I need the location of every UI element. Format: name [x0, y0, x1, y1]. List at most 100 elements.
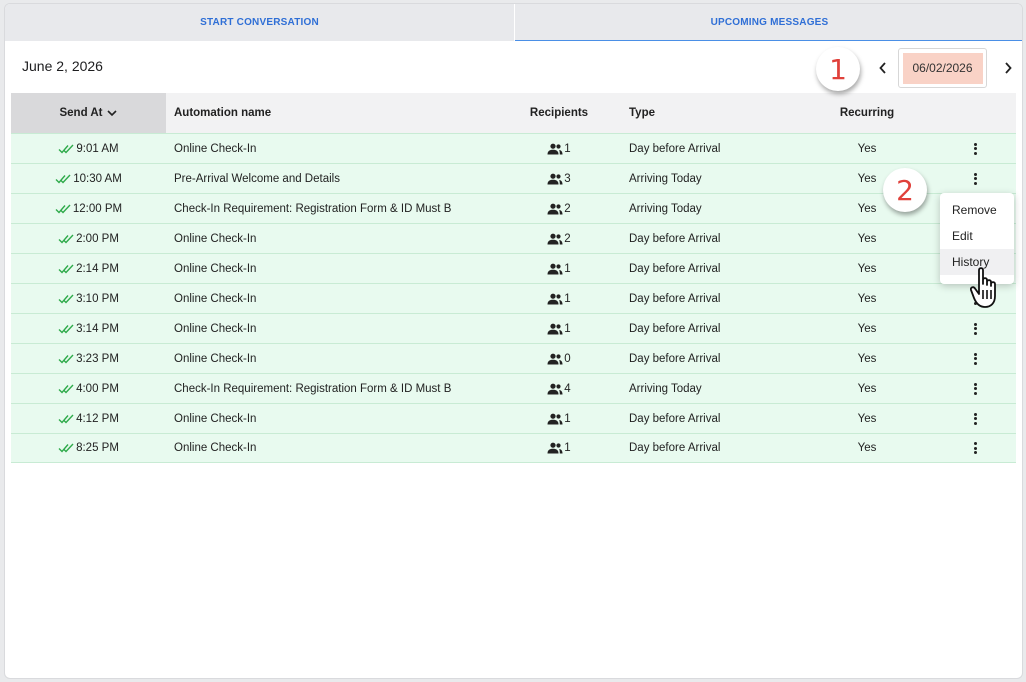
double-check-icon	[55, 174, 72, 184]
double-check-icon	[58, 264, 75, 274]
send-at-header-label: Send At	[59, 107, 103, 119]
date-input[interactable]	[902, 52, 983, 84]
table-row[interactable]: 4:12 PM Online Check-In 1 Day before Arriva…	[11, 403, 1016, 433]
double-check-icon	[58, 414, 75, 424]
recipients-count: 1	[564, 292, 571, 305]
type-cell: Arriving Today	[629, 382, 702, 395]
people-icon	[547, 233, 563, 245]
people-icon	[547, 263, 563, 275]
type-cell: Day before Arrival	[629, 412, 721, 425]
menu-item-edit[interactable]: Edit	[940, 223, 1014, 249]
send-at-time: 2:00 PM	[76, 232, 119, 245]
people-icon	[547, 143, 563, 155]
people-icon	[547, 203, 563, 215]
type-cell: Day before Arrival	[629, 442, 721, 454]
chevron-left-icon[interactable]	[874, 59, 892, 77]
automation-name-cell: Online Check-In	[174, 142, 257, 155]
automation-name-cell: Online Check-In	[174, 292, 257, 305]
recurring-cell: Yes	[857, 412, 877, 425]
recipients-cell: 1	[489, 442, 629, 454]
more-options-icon[interactable]	[971, 382, 981, 396]
type-cell: Day before Arrival	[629, 262, 721, 275]
recipients-count: 2	[564, 232, 571, 245]
send-at-cell: 8:25 PM	[11, 442, 166, 454]
more-options-icon[interactable]	[971, 352, 981, 366]
table-row[interactable]: 8:25 PM Online Check-In 1 Day before Arriva…	[11, 433, 1016, 463]
send-at-time: 4:12 PM	[76, 412, 119, 425]
recipients-cell: 1	[489, 413, 629, 425]
double-check-icon	[58, 294, 75, 304]
send-at-cell: 2:00 PM	[11, 233, 166, 245]
table-row[interactable]: 3:23 PM Online Check-In 0 Day before Arriva…	[11, 343, 1016, 373]
automation-name-header: Automation name	[174, 107, 272, 119]
send-at-cell: 10:30 AM	[11, 173, 166, 185]
chevron-down-icon	[106, 110, 117, 117]
row-actions-cell	[935, 322, 1016, 336]
row-actions-cell	[935, 172, 1016, 186]
callout-badge-2: 2	[883, 168, 927, 212]
recurring-cell: Yes	[857, 352, 877, 365]
table-row[interactable]: 3:10 PM Online Check-In 1 Day before Arriva…	[11, 283, 1016, 313]
type-cell: Day before Arrival	[629, 322, 721, 335]
recipients-count: 2	[564, 202, 571, 215]
more-options-icon[interactable]	[971, 172, 981, 186]
chevron-right-icon[interactable]	[999, 59, 1017, 77]
type-cell: Day before Arrival	[629, 232, 721, 245]
hand-pointer-cursor-icon	[970, 267, 996, 308]
recipients-count: 1	[564, 142, 571, 155]
sort-send-at-header[interactable]: Send At	[11, 93, 166, 133]
double-check-icon	[58, 384, 75, 394]
people-icon	[547, 323, 563, 335]
row-actions-cell	[935, 441, 1016, 455]
table-row[interactable]: 10:30 AM Pre-Arrival Welcome and Details 3…	[11, 163, 1016, 193]
people-icon	[547, 353, 563, 365]
menu-item-remove[interactable]: Remove	[940, 197, 1014, 223]
table-row[interactable]: 9:01 AM Online Check-In 1 Day before Arriva…	[11, 133, 1016, 163]
table-row[interactable]: 3:14 PM Online Check-In 1 Day before Arriva…	[11, 313, 1016, 343]
people-icon	[547, 383, 563, 395]
send-at-cell: 3:10 PM	[11, 293, 166, 305]
date-navigator	[874, 48, 1017, 88]
table-row[interactable]: 2:14 PM Online Check-In 1 Day before Arriva…	[11, 253, 1016, 283]
more-options-icon[interactable]	[971, 441, 981, 455]
selected-date-title: June 2, 2026	[22, 58, 103, 74]
automation-name-cell: Online Check-In	[174, 412, 257, 425]
table-row[interactable]: 2:00 PM Online Check-In 2 Day before Arriva…	[11, 223, 1016, 253]
send-at-time: 3:14 PM	[76, 322, 119, 335]
double-check-icon	[58, 324, 75, 334]
upcoming-messages-panel: START CONVERSATION UPCOMING MESSAGES Jun…	[4, 3, 1023, 679]
recurring-cell: Yes	[857, 262, 877, 275]
more-options-icon[interactable]	[971, 142, 981, 156]
more-options-icon[interactable]	[971, 322, 981, 336]
recurring-cell: Yes	[857, 142, 877, 155]
recurring-cell: Yes	[857, 382, 877, 395]
send-at-cell: 4:00 PM	[11, 383, 166, 395]
people-icon	[547, 442, 563, 454]
send-at-time: 3:10 PM	[76, 292, 119, 305]
recipients-cell: 2	[489, 203, 629, 215]
send-at-time: 10:30 AM	[73, 172, 122, 185]
table-row[interactable]: 4:00 PM Check-In Requirement: Registratio…	[11, 373, 1016, 403]
recipients-cell: 1	[489, 323, 629, 335]
tab-bar: START CONVERSATION UPCOMING MESSAGES	[5, 4, 1022, 41]
send-at-time: 9:01 AM	[76, 142, 119, 155]
type-cell: Arriving Today	[629, 172, 702, 185]
send-at-time: 2:14 PM	[76, 262, 119, 275]
send-at-time: 8:25 PM	[76, 442, 119, 454]
recipients-count: 3	[564, 172, 571, 185]
table-body: 9:01 AM Online Check-In 1 Day before Arriva…	[11, 133, 1016, 463]
recipients-count: 1	[564, 322, 571, 335]
table-row[interactable]: 12:00 PM Check-In Requirement: Registrati…	[11, 193, 1016, 223]
recipients-cell: 3	[489, 173, 629, 185]
recurring-header: Recurring	[839, 107, 895, 119]
tab-start-conversation[interactable]: START CONVERSATION	[5, 4, 515, 41]
row-actions-cell	[935, 142, 1016, 156]
table-header: Send At Automation name Recipients Type …	[11, 93, 1016, 133]
send-at-cell: 9:01 AM	[11, 143, 166, 155]
tab-upcoming-messages[interactable]: UPCOMING MESSAGES	[515, 4, 1022, 41]
people-icon	[547, 413, 563, 425]
callout-badge-1: 1	[816, 47, 860, 91]
automation-name-cell: Pre-Arrival Welcome and Details	[174, 172, 340, 185]
send-at-time: 3:23 PM	[76, 352, 119, 365]
more-options-icon[interactable]	[971, 412, 981, 426]
